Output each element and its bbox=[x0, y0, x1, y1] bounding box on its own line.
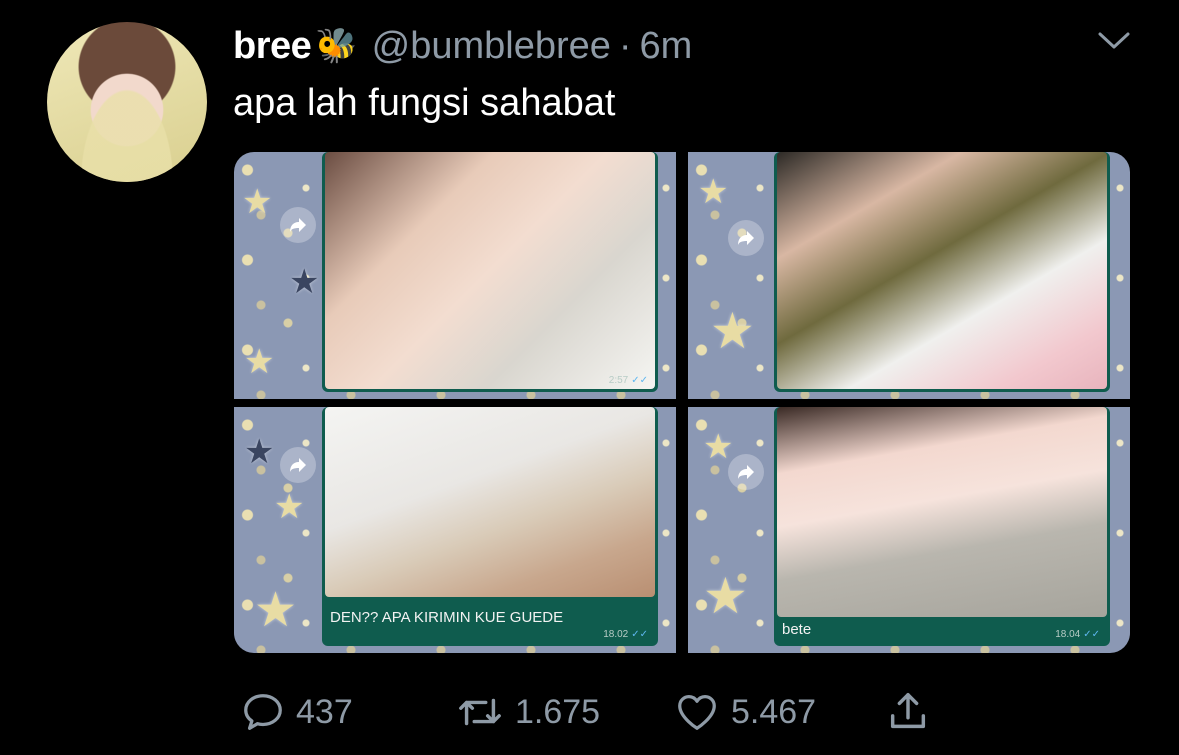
message-bubble[interactable]: bete 18.04 ✓✓ bbox=[774, 407, 1110, 646]
forward-icon[interactable] bbox=[280, 207, 316, 243]
message-caption: DEN?? APA KIRIMIN KUE GUEDE bbox=[330, 609, 564, 626]
media-tile-1[interactable]: ★ ★ ★ 2:57 ✓✓ bbox=[234, 152, 676, 399]
photo bbox=[325, 152, 655, 389]
photo bbox=[777, 407, 1107, 617]
double-check-icon: ✓✓ bbox=[631, 375, 648, 386]
photo bbox=[777, 152, 1107, 389]
avatar[interactable] bbox=[47, 22, 207, 182]
reply-icon bbox=[244, 694, 282, 730]
star-decoration: ★ bbox=[244, 343, 275, 381]
forward-icon[interactable] bbox=[280, 447, 316, 483]
timestamp[interactable]: 6m bbox=[640, 25, 693, 68]
tweet-text: apa lah fungsi sahabat bbox=[233, 82, 616, 124]
media-tile-2[interactable]: ★ ★ bbox=[688, 152, 1130, 399]
avatar-image bbox=[47, 22, 207, 182]
share-icon bbox=[890, 693, 926, 729]
star-decoration: ★ bbox=[274, 488, 305, 526]
star-decoration: ★ bbox=[244, 433, 275, 471]
tweet-header: bree 🐝 @bumblebree · 6m bbox=[233, 22, 692, 70]
star-decoration: ★ bbox=[703, 568, 748, 624]
double-check-icon: ✓✓ bbox=[631, 629, 648, 640]
like-button[interactable]: 5.467 bbox=[673, 682, 816, 742]
message-time: 18.02 ✓✓ bbox=[603, 629, 648, 640]
star-decoration: ★ bbox=[710, 303, 755, 359]
like-count: 5.467 bbox=[731, 692, 817, 731]
user-handle[interactable]: @bumblebree bbox=[372, 25, 611, 68]
star-decoration: ★ bbox=[242, 183, 273, 221]
share-button[interactable] bbox=[885, 682, 931, 742]
retweet-button[interactable]: 1.675 bbox=[455, 682, 600, 742]
star-decoration: ★ bbox=[254, 584, 298, 637]
message-bubble[interactable] bbox=[774, 152, 1110, 392]
message-bubble[interactable]: 2:57 ✓✓ bbox=[322, 152, 658, 392]
media-tile-3[interactable]: ★ ★ ★ DEN?? APA KIRIMIN KUE GUEDE 18.02 ✓… bbox=[234, 407, 676, 653]
like-icon bbox=[678, 695, 716, 730]
reply-button[interactable]: 437 bbox=[240, 682, 353, 742]
double-check-icon: ✓✓ bbox=[1083, 629, 1100, 640]
retweet-count: 1.675 bbox=[515, 692, 601, 731]
forward-icon[interactable] bbox=[728, 454, 764, 490]
star-decoration: ★ bbox=[703, 428, 734, 466]
tweet-actions: 437 1.675 5.467 bbox=[240, 682, 940, 742]
media-grid[interactable]: ★ ★ ★ 2:57 ✓✓ ★ ★ ★ ★ ★ DEN?? APA KIRIMI… bbox=[234, 152, 1130, 653]
message-time: 18.04 ✓✓ bbox=[1055, 629, 1100, 640]
separator: · bbox=[618, 24, 632, 67]
photo bbox=[325, 407, 655, 597]
star-decoration: ★ bbox=[289, 263, 320, 301]
message-bubble[interactable]: DEN?? APA KIRIMIN KUE GUEDE 18.02 ✓✓ bbox=[322, 407, 658, 646]
forward-icon[interactable] bbox=[728, 220, 764, 256]
message-caption: bete bbox=[782, 621, 812, 638]
chevron-down-icon[interactable] bbox=[1097, 30, 1131, 52]
star-decoration: ★ bbox=[698, 173, 729, 211]
reply-count: 437 bbox=[296, 692, 353, 731]
display-name[interactable]: bree bbox=[233, 25, 312, 68]
bee-emoji: 🐝 bbox=[315, 27, 358, 65]
retweet-icon bbox=[459, 698, 501, 726]
message-time: 2:57 ✓✓ bbox=[608, 375, 648, 386]
media-tile-4[interactable]: ★ ★ bete 18.04 ✓✓ bbox=[688, 407, 1130, 653]
